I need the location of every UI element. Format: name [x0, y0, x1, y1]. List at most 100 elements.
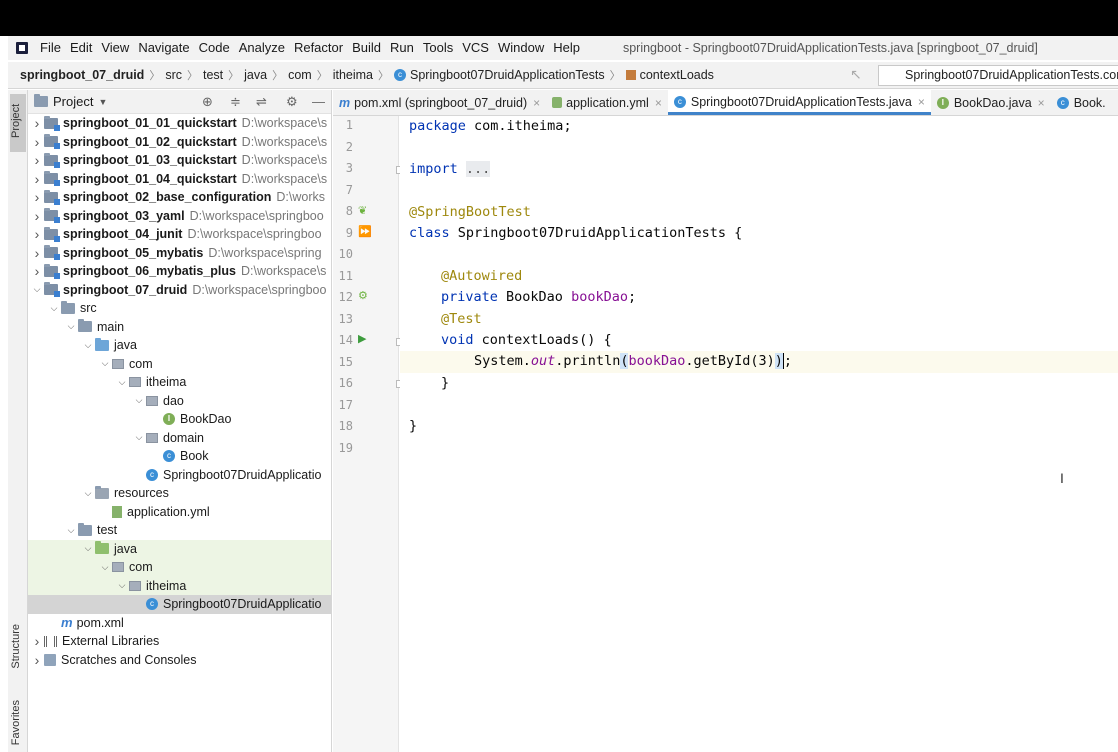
breadcrumb-src[interactable]: src [165, 68, 182, 82]
tree-item-domain[interactable]: ⌵ domain [28, 429, 331, 448]
chevron-right-icon[interactable]: › [30, 226, 44, 242]
breadcrumb-module[interactable]: springboot_07_druid [20, 68, 144, 82]
chevron-right-icon[interactable]: › [30, 152, 44, 168]
favorites-tool-tab[interactable]: Favorites [10, 700, 22, 745]
chevron-down-icon[interactable]: ⌵ [47, 303, 61, 314]
chevron-right-icon[interactable]: › [30, 134, 44, 150]
project-view-selector[interactable]: Project ▼ [34, 94, 107, 109]
tree-item-com[interactable]: ⌵ com [28, 355, 331, 374]
spring-bean-icon[interactable]: ❦ [358, 204, 367, 217]
chevron-down-icon[interactable]: ⌵ [64, 321, 78, 332]
tree-item-springboot07druidapplicatio[interactable]: c Springboot07DruidApplicatio [28, 466, 331, 485]
menu-view[interactable]: View [97, 36, 134, 60]
tree-item-springboot-03-yaml[interactable]: › springboot_03_yaml D:\workspace\springbo… [28, 207, 331, 226]
gear-icon[interactable]: ⚙ [286, 94, 298, 110]
close-icon[interactable]: × [533, 96, 540, 110]
back-arrow-icon[interactable]: ↖ [850, 66, 862, 83]
menu-analyze[interactable]: Analyze [235, 36, 290, 60]
chevron-right-icon[interactable]: › [30, 652, 44, 668]
code-editor[interactable]: package com.itheima; import ... @SpringB… [400, 116, 1118, 752]
chevron-down-icon[interactable]: ⌵ [115, 580, 129, 591]
tree-item-src[interactable]: ⌵ src [28, 299, 331, 318]
menu-file[interactable]: File [36, 36, 66, 60]
chevron-down-icon[interactable]: ⌵ [98, 358, 112, 369]
tree-item-application-yml[interactable]: application.yml [28, 503, 331, 522]
tree-item-springboot-06-mybatis-plus[interactable]: › springboot_06_mybatis_plus D:\workspace\… [28, 262, 331, 281]
chevron-down-icon[interactable]: ⌵ [132, 432, 146, 443]
tree-item-springboot-07-druid[interactable]: ⌵ springboot_07_druid D:\workspace\springb… [28, 281, 331, 300]
tree-item-bookdao[interactable]: I BookDao [28, 410, 331, 429]
tree-item-itheima[interactable]: ⌵ itheima [28, 576, 331, 595]
close-icon[interactable]: × [655, 96, 662, 110]
menu-tools[interactable]: Tools [419, 36, 458, 60]
menu-build[interactable]: Build [348, 36, 386, 60]
tree-item-main[interactable]: ⌵ main [28, 318, 331, 337]
breadcrumb-test[interactable]: test [203, 68, 223, 82]
tree-item-springboot-02-base-configuration[interactable]: › springboot_02_base_configuration D:\work… [28, 188, 331, 207]
hide-panel-icon[interactable]: — [312, 94, 325, 109]
tree-item-itheima[interactable]: ⌵ itheima [28, 373, 331, 392]
tree-item-dao[interactable]: ⌵ dao [28, 392, 331, 411]
chevron-right-icon[interactable]: › [30, 633, 44, 649]
run-test-icon[interactable]: ▶ [358, 332, 366, 345]
chevron-down-icon[interactable]: ⌵ [81, 488, 95, 499]
tree-item-resources[interactable]: ⌵ resources [28, 484, 331, 503]
chevron-right-icon[interactable]: › [30, 115, 44, 131]
run-all-tests-icon[interactable]: ⏩ [358, 225, 372, 238]
menu-window[interactable]: Window [494, 36, 549, 60]
tree-item-springboot07druidapplicatio[interactable]: c Springboot07DruidApplicatio [28, 595, 331, 614]
tree-item-pom-xml[interactable]: m pom.xml [28, 614, 331, 633]
menu-refactor[interactable]: Refactor [290, 36, 348, 60]
structure-tool-tab[interactable]: Structure [10, 624, 22, 669]
close-icon[interactable]: × [1038, 96, 1045, 110]
tree-item-springboot-04-junit[interactable]: › springboot_04_junit D:\workspace\springb… [28, 225, 331, 244]
breadcrumb-class[interactable]: c Springboot07DruidApplicationTests [394, 68, 605, 82]
menu-vcs[interactable]: VCS [458, 36, 494, 60]
tree-item-springboot-01-02-quickstart[interactable]: › springboot_01_02_quickstart D:\workspace… [28, 133, 331, 152]
chevron-down-icon[interactable]: ⌵ [30, 284, 44, 295]
chevron-right-icon[interactable]: › [30, 208, 44, 224]
menu-help[interactable]: Help [549, 36, 585, 60]
tree-item-book[interactable]: c Book [28, 447, 331, 466]
breadcrumb-com[interactable]: com [288, 68, 312, 82]
menu-code[interactable]: Code [195, 36, 235, 60]
locate-icon[interactable]: ⊕ [202, 94, 213, 110]
tree-item-test[interactable]: ⌵ test [28, 521, 331, 540]
chevron-right-icon[interactable]: › [30, 189, 44, 205]
chevron-right-icon[interactable]: › [30, 245, 44, 261]
menu-run[interactable]: Run [386, 36, 419, 60]
tree-item-com[interactable]: ⌵ com [28, 558, 331, 577]
tab-pom-xml[interactable]: m pom.xml (springboot_07_druid) × [333, 90, 546, 115]
tree-item-springboot-05-mybatis[interactable]: › springboot_05_mybatis D:\workspace\sprin… [28, 244, 331, 263]
chevron-down-icon[interactable]: ⌵ [132, 395, 146, 406]
breadcrumb-itheima[interactable]: itheima [333, 68, 373, 82]
project-tool-tab[interactable]: Project [10, 94, 26, 152]
run-configuration-selector[interactable]: Springboot07DruidApplicationTests.contex… [878, 65, 1118, 86]
chevron-down-icon[interactable]: ⌵ [81, 543, 95, 554]
folded-imports[interactable]: ... [465, 161, 491, 177]
tree-item-scratches-and-consoles[interactable]: › Scratches and Consoles [28, 651, 331, 670]
tree-item-springboot-01-03-quickstart[interactable]: › springboot_01_03_quickstart D:\workspace… [28, 151, 331, 170]
collapse-all-icon[interactable]: ⇌ [256, 94, 267, 110]
tab-application-yml[interactable]: application.yml × [546, 90, 668, 115]
autowired-bean-icon[interactable]: ⚙ [358, 289, 368, 302]
tree-item-java[interactable]: ⌵ java [28, 539, 331, 558]
chevron-down-icon[interactable]: ⌵ [64, 525, 78, 536]
tab-application-tests[interactable]: c Springboot07DruidApplicationTests.java… [667, 90, 931, 115]
chevron-right-icon[interactable]: › [30, 263, 44, 279]
breadcrumb-java[interactable]: java [244, 68, 267, 82]
menu-navigate[interactable]: Navigate [134, 36, 194, 60]
tree-item-springboot-01-04-quickstart[interactable]: › springboot_01_04_quickstart D:\workspace… [28, 170, 331, 189]
chevron-down-icon[interactable]: ⌵ [81, 340, 95, 351]
breadcrumb-method[interactable]: contextLoads [625, 68, 714, 82]
tree-item-java[interactable]: ⌵ java [28, 336, 331, 355]
chevron-right-icon[interactable]: › [30, 171, 44, 187]
menu-edit[interactable]: Edit [66, 36, 97, 60]
tree-item-external-libraries[interactable]: › External Libraries [28, 632, 331, 651]
chevron-down-icon[interactable]: ⌵ [115, 377, 129, 388]
close-icon[interactable]: × [918, 95, 925, 109]
tab-book-java[interactable]: c Book. [1051, 90, 1112, 115]
tab-bookdao-java[interactable]: I BookDao.java × [931, 90, 1051, 115]
tree-item-springboot-01-01-quickstart[interactable]: › springboot_01_01_quickstart D:\workspace… [28, 114, 331, 133]
chevron-down-icon[interactable]: ⌵ [98, 562, 112, 573]
